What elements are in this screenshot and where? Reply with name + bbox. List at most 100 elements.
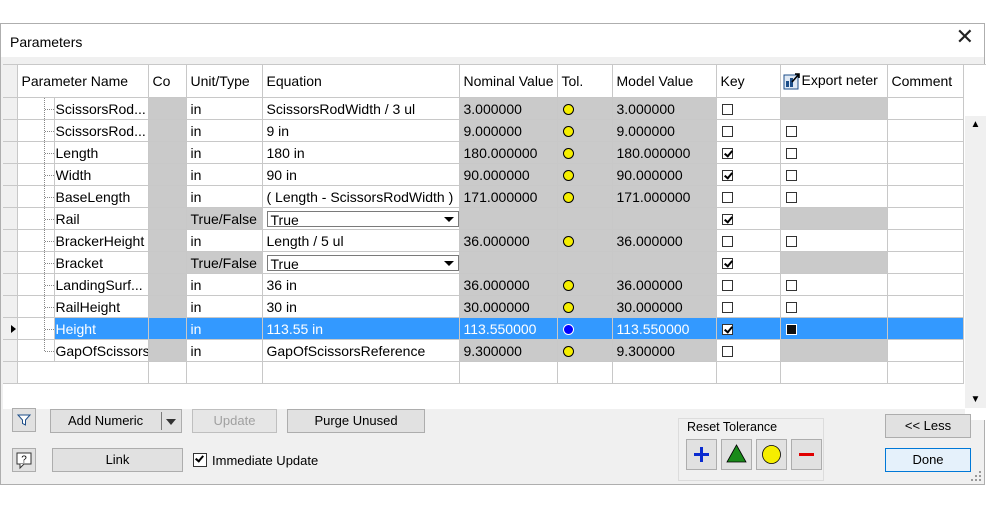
table-row[interactable]: Width in 90 in 90.000000 90.000000 (3, 163, 964, 186)
equation-cell[interactable]: 9 in (262, 119, 460, 142)
tolerance-yellow-icon[interactable] (562, 170, 574, 182)
export-cell[interactable] (780, 251, 888, 274)
table-row[interactable]: Length in 180 in 180.000000 180.000000 (3, 141, 964, 164)
add-numeric-button[interactable]: Add Numeric (50, 409, 182, 433)
key-cell[interactable] (716, 251, 781, 274)
row-indicator[interactable] (3, 163, 18, 186)
parameter-name-cell[interactable]: LandingSurf... (17, 273, 149, 296)
key-cell[interactable] (716, 273, 781, 296)
unit-cell[interactable]: in (186, 273, 263, 296)
unit-cell[interactable]: in (186, 141, 263, 164)
col-export-parameter[interactable]: Export neter (780, 65, 888, 98)
unit-cell[interactable]: in (186, 295, 263, 318)
table-row[interactable]: GapOfScissors in GapOfScissorsReference 9.3… (3, 339, 964, 362)
equation-cell[interactable]: 36 in (262, 273, 460, 296)
nominal-value-cell[interactable]: 36.000000 (459, 273, 558, 296)
nominal-value-cell[interactable]: 180.000000 (459, 141, 558, 164)
nominal-tolerance-button[interactable] (756, 439, 787, 470)
parameter-name-cell[interactable]: Rail (17, 207, 149, 230)
key-checkbox[interactable] (721, 148, 733, 160)
comment-cell[interactable] (887, 207, 964, 230)
export-cell[interactable] (780, 339, 888, 362)
tolerance-yellow-icon[interactable] (562, 126, 574, 138)
export-checkbox[interactable] (785, 148, 797, 160)
vertical-scrollbar[interactable]: ▲ ▼ (965, 116, 986, 408)
comment-cell[interactable] (887, 251, 964, 274)
table-row[interactable]: Height in 113.55 in 113.550000 113.550000 (3, 317, 964, 340)
link-button[interactable]: Link (52, 448, 183, 472)
row-indicator[interactable] (3, 141, 18, 164)
tolerance-cell[interactable] (557, 207, 613, 230)
key-checkbox[interactable] (721, 104, 733, 116)
lower-tolerance-button[interactable] (791, 439, 822, 470)
nominal-value-cell[interactable]: 9.000000 (459, 119, 558, 142)
tolerance-cell[interactable] (557, 229, 613, 252)
key-checkbox[interactable] (721, 258, 733, 270)
equation-cell[interactable]: True (262, 251, 460, 274)
export-cell[interactable] (780, 141, 888, 164)
unit-cell[interactable]: in (186, 185, 263, 208)
unit-cell[interactable]: True/False (186, 207, 263, 230)
nominal-value-cell[interactable]: 113.550000 (459, 317, 558, 340)
nominal-value-cell[interactable] (459, 251, 558, 274)
key-cell[interactable] (716, 295, 781, 318)
scroll-up-icon[interactable]: ▲ (965, 116, 986, 133)
tolerance-cell[interactable] (557, 339, 613, 362)
table-row[interactable]: Bracket True/False True (3, 251, 964, 274)
col-key[interactable]: Key (716, 65, 781, 98)
key-cell[interactable] (716, 119, 781, 142)
col-consumed[interactable]: Co (148, 65, 187, 98)
tolerance-yellow-icon[interactable] (562, 280, 574, 292)
equation-dropdown[interactable]: True (266, 211, 458, 228)
tolerance-cell[interactable] (557, 141, 613, 164)
key-checkbox[interactable] (721, 126, 733, 138)
nominal-value-cell[interactable]: 30.000000 (459, 295, 558, 318)
parameter-name-cell[interactable]: BaseLength (17, 185, 149, 208)
parameter-name-cell[interactable]: RailHeight (17, 295, 149, 318)
done-button[interactable]: Done (885, 448, 971, 472)
upper-tolerance-button[interactable] (686, 439, 717, 470)
col-tolerance[interactable]: Tol. (557, 65, 613, 98)
export-cell[interactable] (780, 163, 888, 186)
export-cell[interactable] (780, 273, 888, 296)
row-indicator[interactable] (3, 97, 18, 120)
col-nominal-value[interactable]: Nominal Value (459, 65, 558, 98)
nominal-value-cell[interactable]: 36.000000 (459, 229, 558, 252)
export-checkbox[interactable] (785, 126, 797, 138)
tolerance-yellow-icon[interactable] (562, 236, 574, 248)
row-indicator[interactable] (3, 207, 18, 230)
comment-cell[interactable] (887, 119, 964, 142)
equation-cell[interactable]: ( Length - ScissorsRodWidth ) (262, 185, 460, 208)
export-cell[interactable] (780, 229, 888, 252)
row-indicator[interactable] (3, 185, 18, 208)
row-indicator[interactable] (3, 317, 18, 340)
parameter-name-cell[interactable]: BrackerHeight (17, 229, 149, 252)
tolerance-cell[interactable] (557, 251, 613, 274)
comment-cell[interactable] (887, 97, 964, 120)
table-row[interactable]: ScissorsRod... in 9 in 9.000000 9.000000 (3, 119, 964, 142)
unit-cell[interactable]: in (186, 229, 263, 252)
export-cell[interactable] (780, 207, 888, 230)
key-cell[interactable] (716, 339, 781, 362)
comment-cell[interactable] (887, 295, 964, 318)
table-row[interactable]: LandingSurf... in 36 in 36.000000 36.000000 (3, 273, 964, 296)
tolerance-cell[interactable] (557, 185, 613, 208)
key-checkbox[interactable] (721, 302, 733, 314)
row-indicator[interactable] (3, 119, 18, 142)
row-indicator[interactable] (3, 273, 18, 296)
tolerance-cell[interactable] (557, 163, 613, 186)
table-row[interactable]: RailHeight in 30 in 30.000000 30.000000 (3, 295, 964, 318)
key-checkbox[interactable] (721, 324, 733, 336)
col-comment[interactable]: Comment (887, 65, 964, 98)
unit-cell[interactable]: in (186, 97, 263, 120)
tolerance-yellow-icon[interactable] (562, 148, 574, 160)
equation-cell[interactable]: Length / 5 ul (262, 229, 460, 252)
table-row[interactable]: BrackerHeight in Length / 5 ul 36.000000 36.… (3, 229, 964, 252)
immediate-update-checkbox[interactable] (193, 453, 207, 467)
export-checkbox[interactable] (785, 236, 797, 248)
row-indicator[interactable] (3, 229, 18, 252)
key-checkbox[interactable] (721, 170, 733, 182)
scroll-down-icon[interactable]: ▼ (965, 391, 986, 408)
tolerance-cell[interactable] (557, 97, 613, 120)
equation-cell[interactable]: GapOfScissorsReference (262, 339, 460, 362)
